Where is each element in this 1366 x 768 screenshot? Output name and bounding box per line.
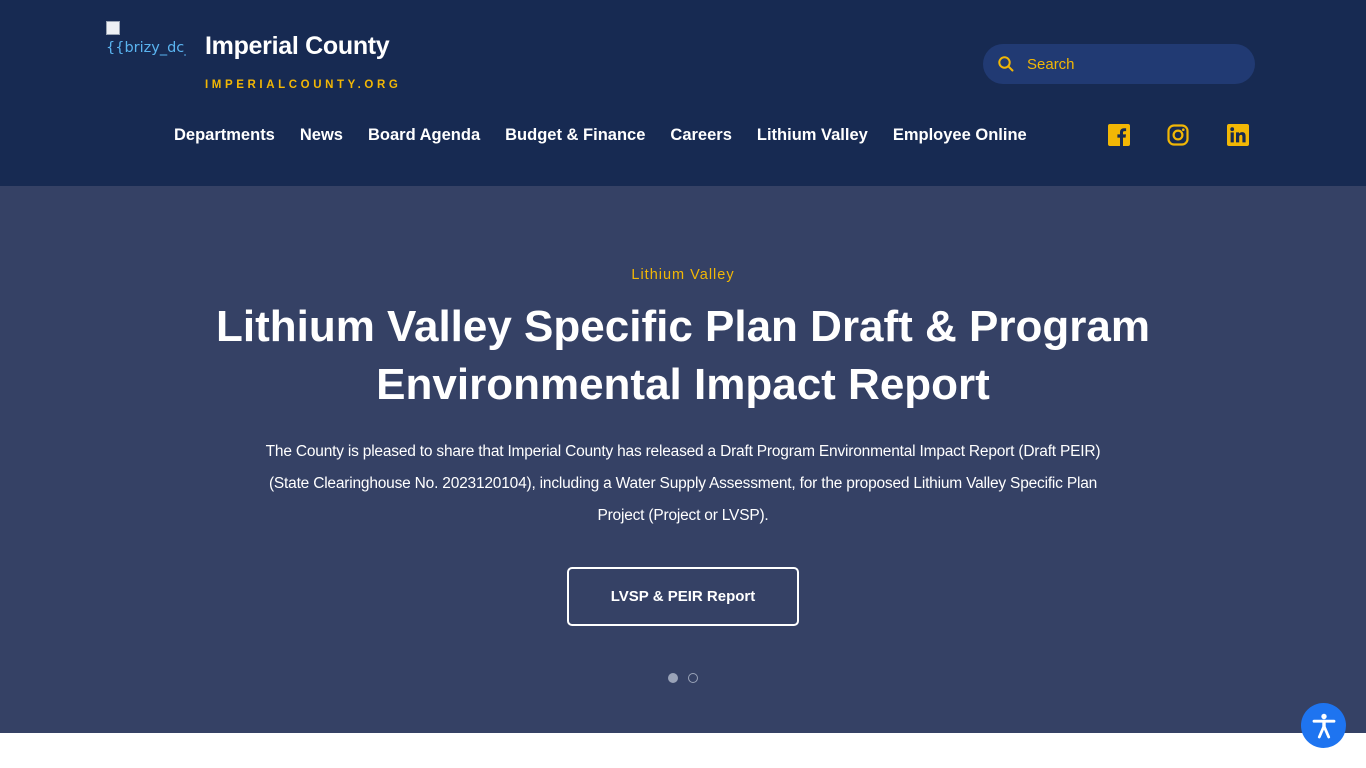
accessibility-icon (1312, 713, 1335, 738)
accessibility-button[interactable] (1301, 703, 1346, 748)
hero-slider: Lithium Valley Lithium Valley Specific P… (0, 186, 1366, 733)
nav-lithium-valley[interactable]: Lithium Valley (757, 124, 868, 148)
lvsp-peir-report-button[interactable]: LVSP & PEIR Report (567, 567, 799, 626)
hero-title: Lithium Valley Specific Plan Draft & Pro… (215, 302, 1151, 409)
site-title[interactable]: Imperial County (205, 32, 390, 61)
instagram-icon[interactable] (1167, 124, 1189, 146)
search-input[interactable] (1027, 44, 1237, 84)
nav-departments[interactable]: Departments (174, 124, 275, 148)
broken-image-icon (106, 21, 120, 35)
main-nav: Departments News Board Agenda Budget & F… (174, 124, 1027, 148)
slider-dot-1[interactable] (668, 673, 678, 683)
nav-news[interactable]: News (300, 124, 343, 148)
logo-image-broken[interactable]: {{brizy_dc_imageSrc= (106, 20, 186, 80)
logo-alt-text: {{brizy_dc_imageSrc= (106, 40, 186, 56)
linkedin-icon[interactable] (1227, 124, 1249, 146)
site-header: {{brizy_dc_imageSrc= Imperial County IMP… (0, 0, 1366, 186)
nav-careers[interactable]: Careers (670, 124, 731, 148)
search-icon (998, 56, 1014, 72)
nav-employee-online[interactable]: Employee Online (893, 124, 1027, 148)
search-box[interactable] (983, 44, 1255, 84)
slider-dot-2[interactable] (688, 673, 698, 683)
facebook-icon[interactable] (1108, 124, 1130, 146)
hero-description: The County is pleased to share that Impe… (265, 443, 1101, 524)
site-subtitle: IMPERIALCOUNTY.ORG (205, 79, 402, 91)
nav-budget-finance[interactable]: Budget & Finance (505, 124, 645, 148)
hero-eyebrow: Lithium Valley (631, 267, 735, 283)
nav-board-agenda[interactable]: Board Agenda (368, 124, 480, 148)
